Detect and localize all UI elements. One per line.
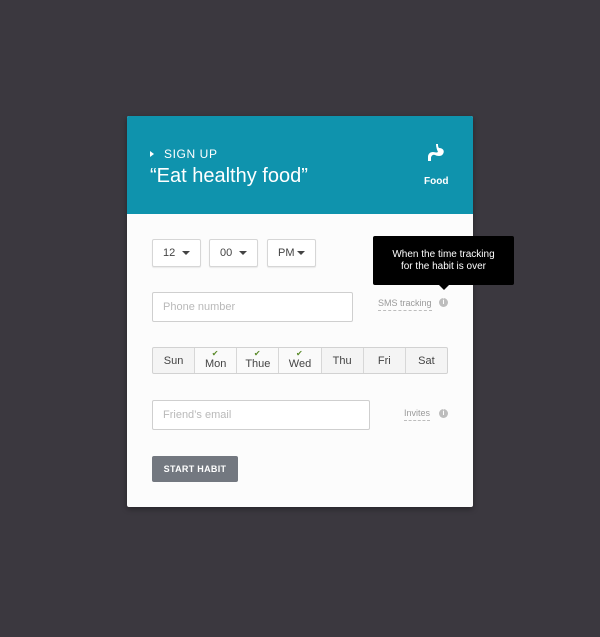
day-wed[interactable]: ✔ Wed [279, 348, 322, 373]
sms-tracking-link[interactable]: SMS tracking [378, 298, 432, 311]
stomach-icon [428, 144, 444, 161]
day-sat[interactable]: Sat [406, 348, 447, 373]
hour-value: 12 [163, 247, 176, 259]
minute-value: 00 [220, 247, 233, 259]
day-label: Mon [205, 358, 227, 370]
chevron-down-icon [239, 251, 247, 255]
day-thu[interactable]: Thu [322, 348, 364, 373]
habit-title: “Eat healthy food” [150, 165, 308, 187]
tooltip-arrow [439, 285, 449, 290]
day-label: Thue [245, 358, 271, 370]
email-placeholder: Friend’s email [163, 409, 232, 421]
habit-card: SIGN UP “Eat healthy food” Food 12 00 PM… [127, 116, 514, 507]
sms-tooltip: When the time tracking for the habit is … [373, 236, 514, 290]
info-icon[interactable]: i [439, 409, 448, 418]
day-label: Thu [332, 355, 352, 367]
day-label: Wed [288, 358, 312, 370]
category-label: Food [424, 176, 449, 187]
check-icon: ✔ [211, 349, 219, 358]
card-header: SIGN UP “Eat healthy food” Food [127, 116, 473, 214]
weekday-selector: Sun ✔ Mon ✔ Thue ✔ Wed Thu Fri Sat [152, 347, 448, 374]
day-label: Fri [377, 355, 391, 367]
friend-email-input[interactable]: Friend’s email [152, 400, 370, 430]
tooltip-line1: When the time tracking [392, 249, 495, 260]
minute-select[interactable]: 00 [209, 239, 258, 267]
chevron-down-icon [297, 251, 305, 255]
day-label: Sat [418, 355, 435, 367]
hour-select[interactable]: 12 [152, 239, 201, 267]
day-fri[interactable]: Fri [364, 348, 406, 373]
day-label: Sun [163, 355, 184, 367]
day-mon[interactable]: ✔ Mon [195, 348, 238, 373]
phone-placeholder: Phone number [163, 301, 236, 313]
start-habit-button[interactable]: START HABIT [152, 456, 238, 482]
signup-label: SIGN UP [164, 147, 218, 161]
period-value: PM [278, 247, 295, 259]
check-icon: ✔ [253, 349, 261, 358]
day-sun[interactable]: Sun [153, 348, 196, 373]
day-thue[interactable]: ✔ Thue [237, 348, 280, 373]
chevron-down-icon [182, 251, 190, 255]
tooltip-line2: for the habit is over [400, 261, 487, 272]
caret-right-icon [150, 151, 154, 157]
phone-input[interactable]: Phone number [152, 292, 353, 322]
check-icon: ✔ [295, 349, 303, 358]
invites-link[interactable]: Invites [404, 408, 431, 421]
period-select[interactable]: PM [267, 239, 316, 267]
signup-link[interactable]: SIGN UP [150, 147, 218, 161]
info-icon[interactable]: i [439, 298, 448, 307]
